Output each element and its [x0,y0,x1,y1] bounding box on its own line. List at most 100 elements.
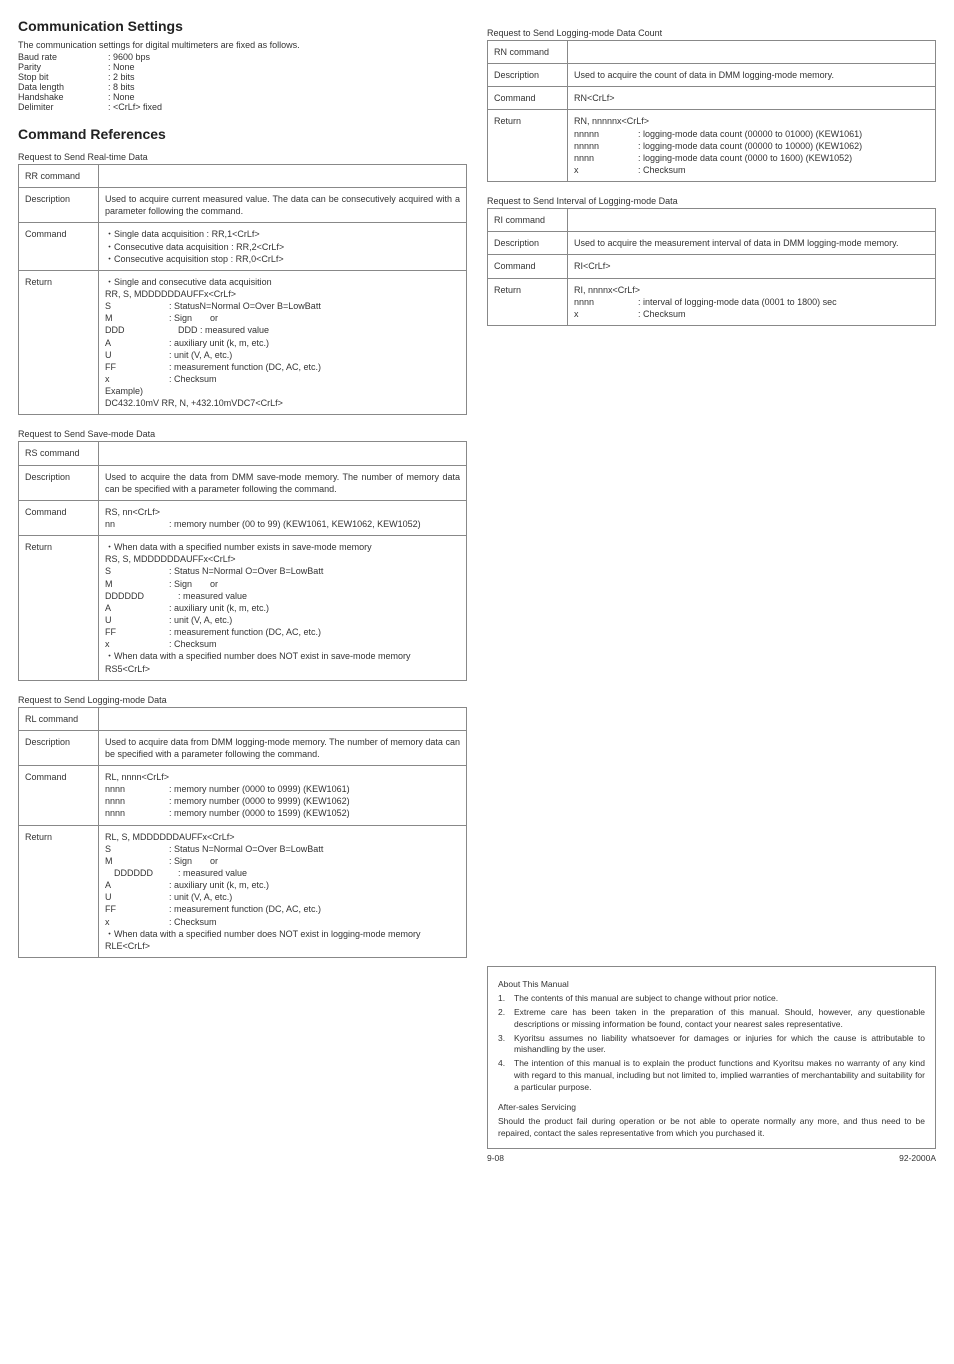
footer-right: 92-2000A [899,1153,936,1163]
kv-key: Parity [18,62,108,72]
def-val: : logging-mode data count (00000 to 0100… [638,128,862,140]
about-item-num: 3. [498,1033,514,1057]
command-name-cell: RL command [19,707,99,730]
kv-row: Baud rate: 9600 bps [18,52,467,62]
row-label: Return [19,825,99,957]
content-line: RR, S, MDDDDDDAUFFx<CrLf> [105,288,460,300]
command-table: RR commandDescriptionUsed to acquire cur… [18,164,467,415]
kv-key: Baud rate [18,52,108,62]
def-key: S [105,843,169,855]
command-table: RS commandDescriptionUsed to acquire the… [18,441,467,680]
comm-settings-intro: The communication settings for digital m… [18,40,467,50]
row-label: Description [488,64,568,87]
about-list: 1.The contents of this manual are subjec… [498,993,925,1094]
def-val: : Checksum [169,373,217,385]
def-val: DDD : measured value [169,324,269,336]
def-val: : Checksum [169,916,217,928]
row-content: RS, nn<CrLf>nn: memory number (00 to 99)… [99,500,467,535]
about-item-text: Extreme care has been taken in the prepa… [514,1007,925,1031]
def-key: FF [105,903,169,915]
def-key: x [574,164,638,176]
table-row: Return・Single and consecutive data acqui… [19,270,467,415]
table-title: Request to Send Interval of Logging-mode… [487,196,936,206]
table-row: ReturnRL, S, MDDDDDDAUFFx<CrLf>S: Status… [19,825,467,957]
def-row: DDDDDD : measured value [105,590,460,602]
kv-val: : 9600 bps [108,52,150,62]
kv-row: Delimiter: <CrLf> fixed [18,102,467,112]
content-line: ・Consecutive acquisition stop : RR,0<CrL… [105,253,460,265]
def-row: M: Sign or [105,578,460,590]
def-val: : logging-mode data count (0000 to 1600)… [638,152,852,164]
def-val: : memory number (0000 to 0999) (KEW1061) [169,783,350,795]
def-val: : Status N=Normal O=Over B=LowBatt [169,565,323,577]
about-item: 1.The contents of this manual are subjec… [498,993,925,1005]
def-row: A: auxiliary unit (k, m, etc.) [105,337,460,349]
content-line: RN, nnnnnx<CrLf> [574,115,929,127]
table-row: DescriptionUsed to acquire the data from… [19,465,467,500]
command-name-cell: RR command [19,165,99,188]
row-content: RN<CrLf> [568,87,936,110]
row-content: RL, nnnn<CrLf>nnnn: memory number (0000 … [99,766,467,826]
def-row: U: unit (V, A, etc.) [105,349,460,361]
empty-cell [99,165,467,188]
table-row: Command・Single data acquisition : RR,1<C… [19,223,467,270]
def-val: : logging-mode data count (00000 to 1000… [638,140,862,152]
table-row: DescriptionUsed to acquire data from DMM… [19,730,467,765]
def-val: : measurement function (DC, AC, etc.) [169,903,321,915]
content-line: ・When data with a specified number does … [105,928,460,940]
empty-cell [568,209,936,232]
def-row: nnnn: memory number (0000 to 1599) (KEW1… [105,807,460,819]
def-val: : memory number (0000 to 1599) (KEW1052) [169,807,350,819]
content-line: ・Single data acquisition : RR,1<CrLf> [105,228,460,240]
kv-row: Stop bit: 2 bits [18,72,467,82]
command-table: RN commandDescriptionUsed to acquire the… [487,40,936,182]
command-name-cell: RI command [488,209,568,232]
def-key: nnnnn [574,140,638,152]
row-content: Used to acquire current measured value. … [99,188,467,223]
content-line: RLE<CrLf> [105,940,460,952]
def-key: x [105,373,169,385]
def-key: x [574,308,638,320]
table-row: Return・When data with a specified number… [19,536,467,681]
about-item-num: 1. [498,993,514,1005]
def-key: DDDDDD [105,867,169,879]
after-sales-text: Should the product fail during operation… [498,1116,925,1140]
kv-row: Handshake: None [18,92,467,102]
row-label: Description [488,232,568,255]
content-line: ・When data with a specified number does … [105,650,460,662]
command-table: RL commandDescriptionUsed to acquire dat… [18,707,467,958]
kv-val: : <CrLf> fixed [108,102,162,112]
def-row: nnnn: interval of logging-mode data (000… [574,296,929,308]
content-line: DC432.10mV RR, N, +432.10mVDC7<CrLf> [105,397,460,409]
content-line: RL, nnnn<CrLf> [105,771,460,783]
def-row: M: Sign or [105,312,460,324]
def-row: M: Sign or [105,855,460,867]
def-val: : unit (V, A, etc.) [169,349,232,361]
def-val: : Checksum [638,164,686,176]
table-title: Request to Send Real-time Data [18,152,467,162]
def-val: : StatusN=Normal O=Over B=LowBatt [169,300,321,312]
left-column: Communication Settings The communication… [18,18,467,1163]
row-label: Command [488,255,568,278]
def-row: U: unit (V, A, etc.) [105,614,460,626]
def-row: x: Checksum [105,373,460,385]
def-row: S: Status N=Normal O=Over B=LowBatt [105,565,460,577]
right-column: Request to Send Logging-mode Data CountR… [487,18,936,1163]
def-val: : Checksum [638,308,686,320]
row-label: Description [19,465,99,500]
def-val: : Checksum [169,638,217,650]
table-row: ReturnRN, nnnnnx<CrLf>nnnnn: logging-mod… [488,110,936,182]
def-key: nnnn [105,783,169,795]
def-row: nnnn: logging-mode data count (0000 to 1… [574,152,929,164]
def-row: FF: measurement function (DC, AC, etc.) [105,903,460,915]
def-row: A: auxiliary unit (k, m, etc.) [105,602,460,614]
about-item-text: The contents of this manual are subject … [514,993,925,1005]
table-row: CommandRI<CrLf> [488,255,936,278]
row-content: RN, nnnnnx<CrLf> nnnnn: logging-mode data… [568,110,936,182]
row-content: Used to acquire the data from DMM save-m… [99,465,467,500]
kv-val: : 2 bits [108,72,135,82]
def-row: nnnnn: logging-mode data count (00000 to… [574,140,929,152]
row-content: ・Single and consecutive data acquisition… [99,270,467,415]
row-label: Description [19,188,99,223]
def-key: x [105,638,169,650]
